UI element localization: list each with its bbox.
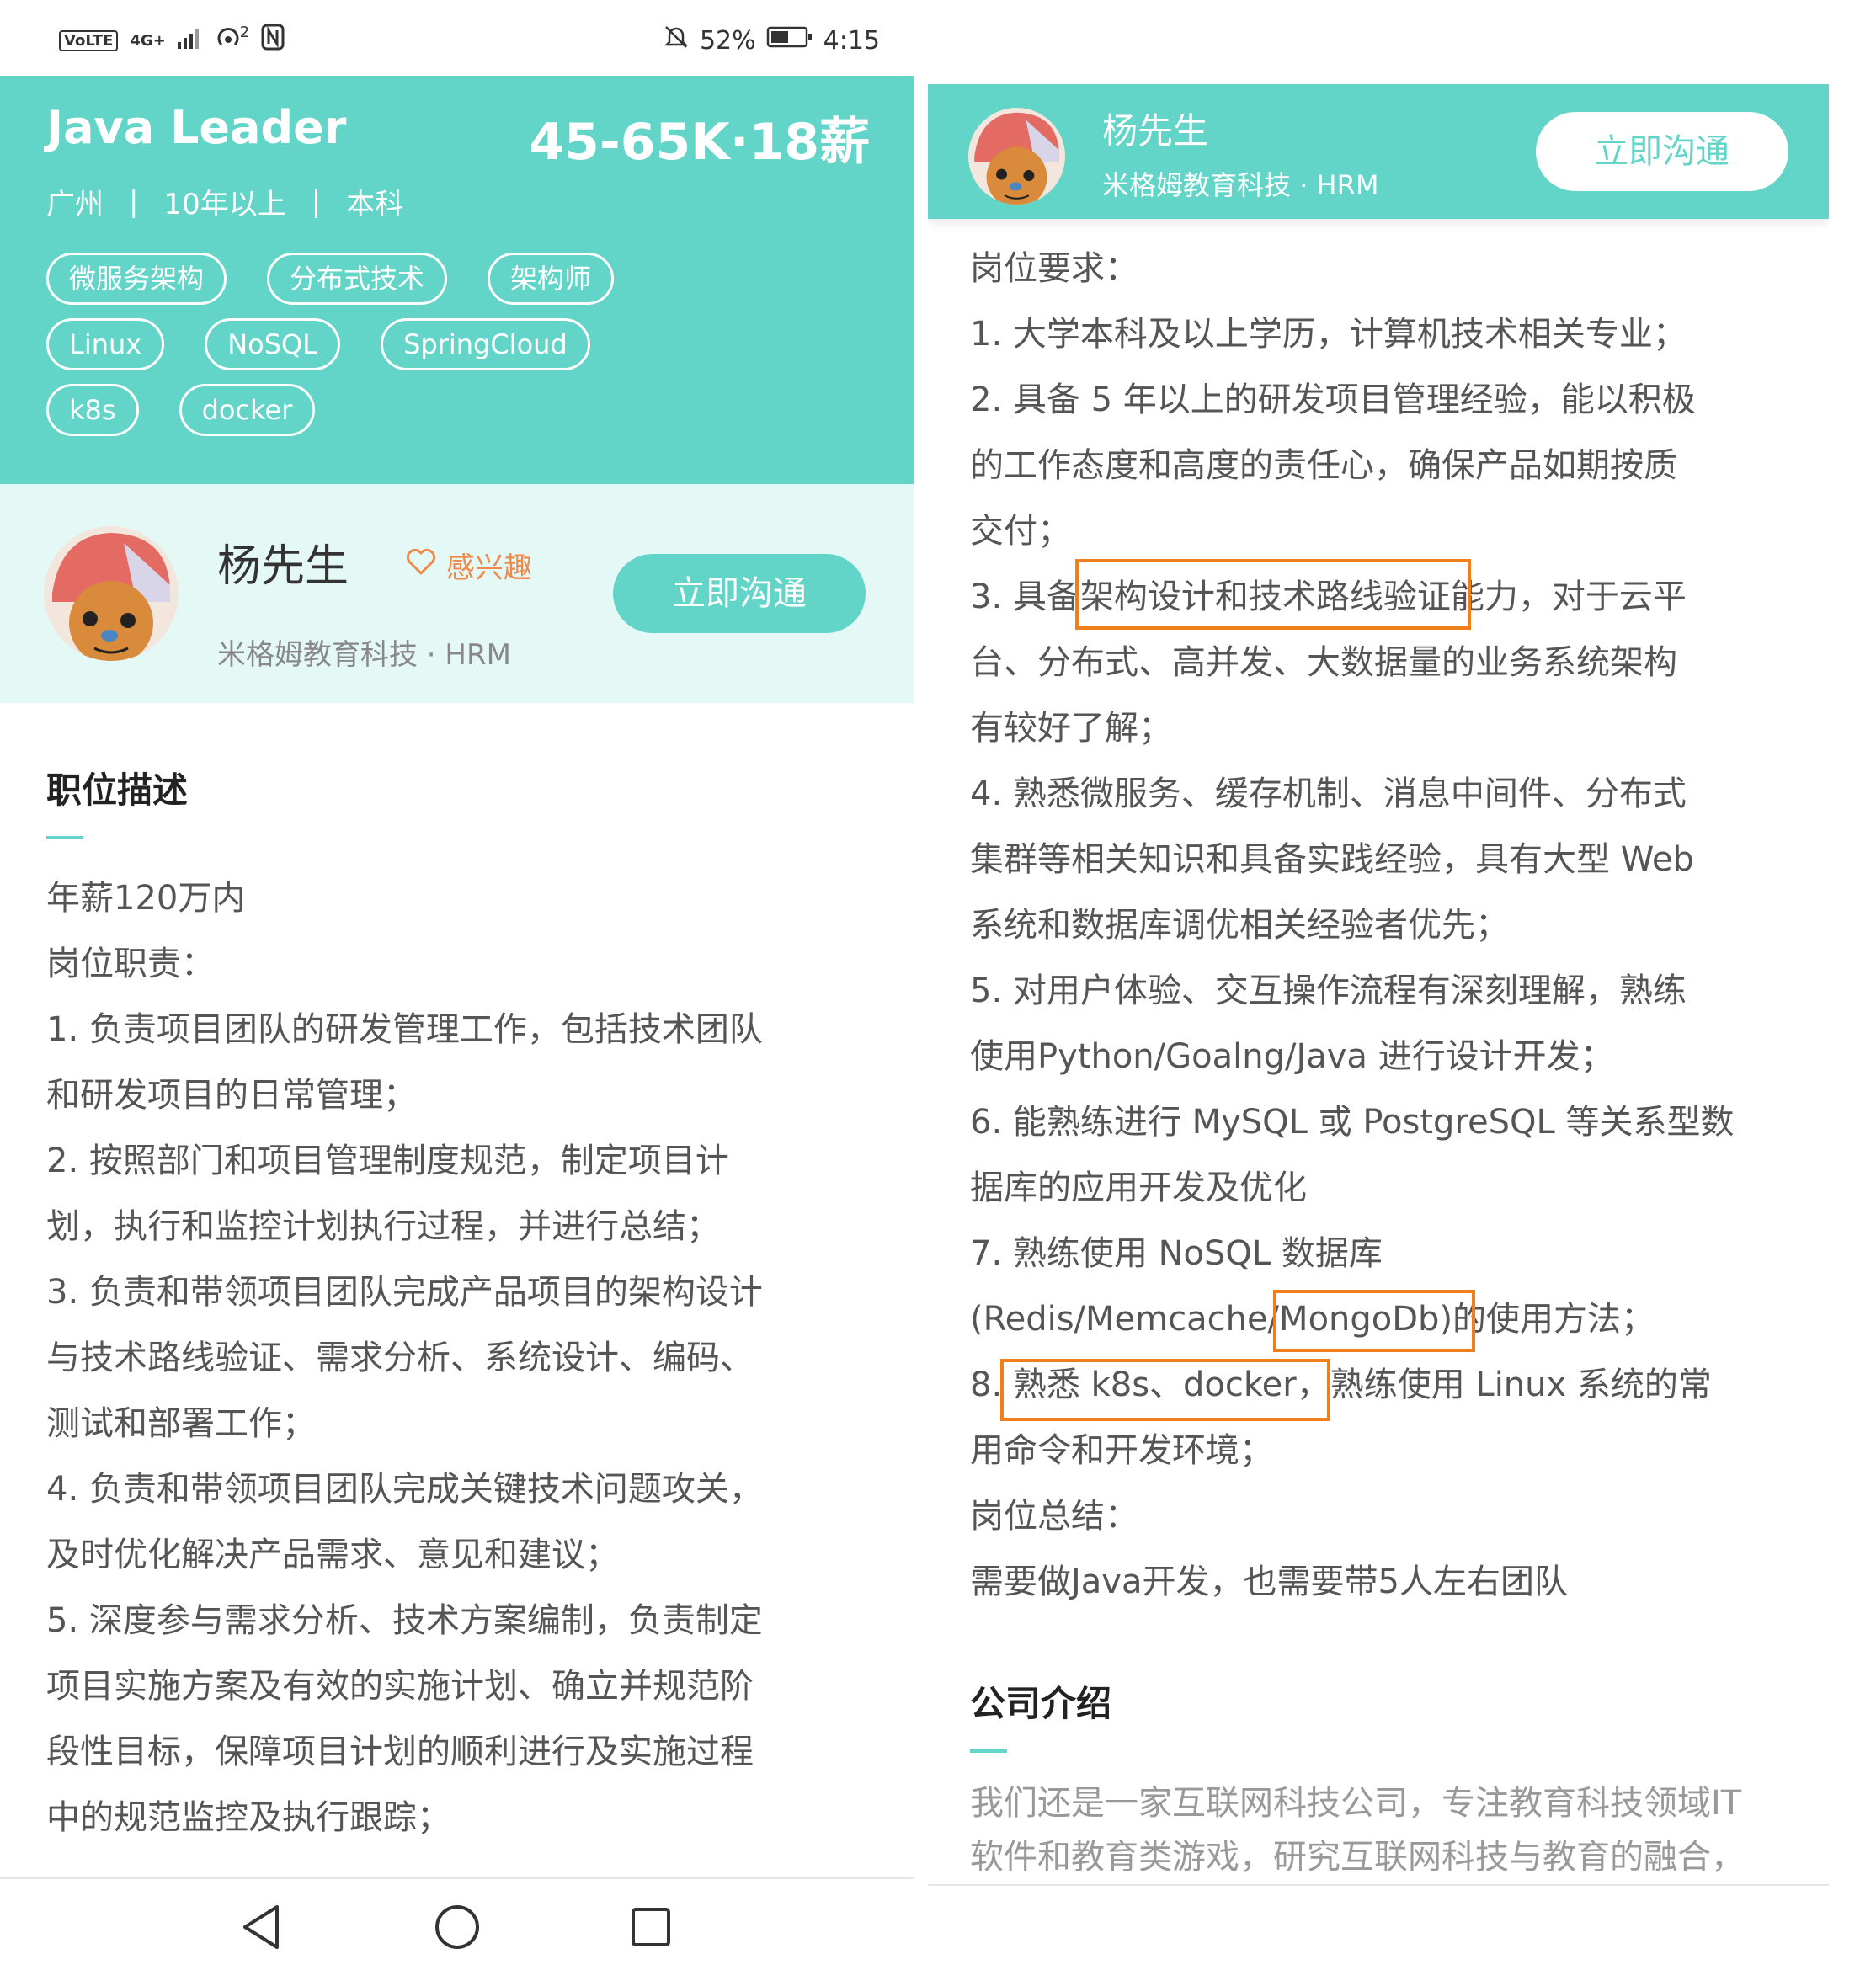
description-line: 用命令和开发环境； bbox=[970, 1431, 1273, 1470]
recents-button[interactable] bbox=[621, 1898, 680, 1957]
description-line: 6. 能熟练进行 MySQL 或 PostgreSQL 等关系型数 bbox=[970, 1103, 1735, 1142]
recruiter-name: 杨先生 bbox=[217, 541, 349, 592]
recruiter-company: 米格姆教育科技 · HRM bbox=[1102, 169, 1379, 201]
highlight-box-mongodb bbox=[1273, 1290, 1475, 1352]
company-intro-text: 我们还是一家互联网科技公司，专注教育科技领域IT 软件和教育类游戏，研究互联网科… bbox=[970, 1776, 1745, 1884]
skill-tag[interactable]: SpringCloud bbox=[381, 318, 590, 370]
description-line: 集群等相关知识和具备实践经验，具有大型 Web bbox=[970, 840, 1694, 879]
panel-gap bbox=[914, 0, 928, 1970]
skill-tag[interactable]: docker bbox=[179, 384, 316, 436]
skill-tags: 微服务架构 分布式技术 架构师 Linux NoSQL SpringCloud … bbox=[46, 253, 871, 450]
section-underline bbox=[970, 1749, 1007, 1753]
signal-icon bbox=[177, 26, 203, 56]
recents-icon bbox=[632, 1908, 670, 1946]
description-line: 3. 负责和带领项目团队完成产品项目的架构设计 bbox=[46, 1273, 763, 1312]
description-line: 系统和数据库调优相关经验者优先； bbox=[970, 906, 1509, 945]
right-screenshot: 杨先生 米格姆教育科技 · HRM 立即沟通 岗位要求： 1. 大学本科及以上学… bbox=[928, 0, 1829, 1970]
tag-row: 微服务架构 分布式技术 架构师 bbox=[46, 253, 871, 305]
skill-tag[interactable]: 分布式技术 bbox=[267, 253, 448, 305]
description-line: 及时优化解决产品需求、意见和建议； bbox=[46, 1536, 619, 1574]
description-line: 1. 负责项目团队的研发管理工作，包括技术团队 bbox=[46, 1010, 763, 1049]
description-line: 岗位职责： bbox=[46, 945, 215, 983]
description-line: 有较好了解； bbox=[970, 709, 1172, 748]
description-line: 的工作态度和高度的责任心，确保产品如期按质 bbox=[970, 446, 1677, 485]
skill-tag[interactable]: k8s bbox=[46, 384, 139, 436]
mute-icon bbox=[663, 24, 690, 57]
job-education: 本科 bbox=[346, 188, 404, 221]
home-icon bbox=[435, 1905, 479, 1949]
skill-tag[interactable]: 架构师 bbox=[488, 253, 615, 305]
section-title-company-intro: 公司介绍 bbox=[970, 1683, 1112, 1724]
nfc-icon bbox=[261, 24, 285, 57]
battery-percent: 52% bbox=[699, 25, 756, 56]
avatar[interactable] bbox=[968, 108, 1065, 205]
interest-label: 感兴趣 bbox=[446, 551, 532, 585]
skill-tag[interactable]: 微服务架构 bbox=[46, 253, 227, 305]
back-button[interactable] bbox=[232, 1898, 290, 1957]
section-underline bbox=[46, 836, 83, 839]
interest-button[interactable]: 感兴趣 bbox=[404, 545, 532, 586]
description-line: 2. 具备 5 年以上的研发项目管理经验，能以积极 bbox=[970, 381, 1696, 419]
description-line: 段性目标，保障项目计划的顺利进行及实施过程 bbox=[46, 1733, 754, 1771]
hotspot-count: 2 bbox=[239, 23, 250, 41]
description-line: 交付； bbox=[970, 512, 1071, 551]
description-line: 测试和部署工作； bbox=[46, 1404, 316, 1443]
description-line: 使用Python/Goalng/Java 进行设计开发； bbox=[970, 1037, 1614, 1076]
heart-outline-icon bbox=[404, 546, 438, 584]
chat-now-button[interactable]: 立即沟通 bbox=[1536, 112, 1788, 191]
recruiter-card: 杨先生 感兴趣 立即沟通 米格姆教育科技 · HRM bbox=[0, 484, 914, 703]
section-title-job-description: 职位描述 bbox=[46, 769, 189, 811]
highlight-box-architecture bbox=[1075, 559, 1471, 630]
description-line: 4. 熟悉微服务、缓存机制、消息中间件、分布式 bbox=[970, 775, 1687, 813]
description-line: 岗位总结： bbox=[970, 1497, 1138, 1536]
bottom-divider bbox=[928, 1884, 1829, 1886]
highlight-box-k8s-docker bbox=[1000, 1359, 1330, 1421]
description-line: 与技术路线验证、需求分析、系统设计、编码、 bbox=[46, 1339, 754, 1377]
system-nav-bar bbox=[0, 1877, 914, 1970]
tag-row: k8s docker bbox=[46, 384, 871, 436]
avatar[interactable] bbox=[44, 526, 179, 661]
battery-icon bbox=[766, 25, 813, 56]
left-screenshot: VoLTE 4G+ 2 52% 4:15 Java Leader 45-65K·… bbox=[0, 0, 914, 1970]
skill-tag[interactable]: Linux bbox=[46, 318, 165, 370]
description-line: 台、分布式、高并发、大数据量的业务系统架构 bbox=[970, 643, 1677, 682]
recruiter-company: 米格姆教育科技 · HRM bbox=[217, 638, 511, 672]
description-line: 2. 按照部门和项目管理制度规范，制定项目计 bbox=[46, 1142, 729, 1180]
chat-now-button[interactable]: 立即沟通 bbox=[613, 554, 866, 633]
description-line: 4. 负责和带领项目团队完成关键技术问题攻关， bbox=[46, 1470, 763, 1509]
description-line: 岗位要求： bbox=[970, 249, 1138, 288]
job-description-text: 年薪120万内 岗位职责： 1. 负责项目团队的研发管理工作，包括技术团队 和研… bbox=[46, 865, 763, 1850]
clock: 4:15 bbox=[823, 25, 880, 56]
meta-separator: | bbox=[129, 184, 139, 219]
job-city: 广州 bbox=[46, 188, 104, 221]
description-line: 5. 深度参与需求分析、技术方案编制，负责制定 bbox=[46, 1601, 763, 1640]
description-line: 划，执行和监控计划执行过程，并进行总结； bbox=[46, 1207, 720, 1246]
job-title: Java Leader bbox=[46, 101, 347, 154]
description-line: 7. 熟练使用 NoSQL 数据库 bbox=[970, 1234, 1383, 1273]
meta-separator: | bbox=[311, 184, 322, 219]
company-intro-line: 软件和教育类游戏，研究互联网科技与教育的融合， bbox=[970, 1838, 1745, 1877]
description-line: 1. 大学本科及以上学历，计算机技术相关专业； bbox=[970, 315, 1687, 354]
description-line: 中的规范监控及执行跟踪； bbox=[46, 1798, 450, 1837]
description-line: 5. 对用户体验、交互操作流程有深刻理解，熟练 bbox=[970, 972, 1687, 1010]
network-type-label: 4G+ bbox=[130, 31, 166, 50]
job-header: Java Leader 45-65K·18薪 广州 | 10年以上 | 本科 微… bbox=[0, 76, 914, 484]
description-line: 项目实施方案及有效的实施计划、确立并规范阶 bbox=[46, 1667, 754, 1706]
description-line: 年薪120万内 bbox=[46, 879, 246, 918]
description-line: 据库的应用开发及优化 bbox=[970, 1169, 1307, 1207]
description-line: 和研发项目的日常管理； bbox=[46, 1076, 417, 1115]
job-experience: 10年以上 bbox=[163, 188, 286, 221]
home-button[interactable] bbox=[428, 1898, 487, 1957]
volte-badge: VoLTE bbox=[59, 29, 119, 51]
back-icon bbox=[243, 1905, 279, 1949]
status-bar: VoLTE 4G+ 2 52% 4:15 bbox=[0, 0, 914, 76]
description-line: 需要做Java开发，也需要带5人左右团队 bbox=[970, 1563, 1568, 1601]
salary: 45-65K·18薪 bbox=[529, 113, 870, 172]
job-meta: 广州 | 10年以上 | 本科 bbox=[46, 181, 403, 222]
recruiter-name: 杨先生 bbox=[1102, 110, 1209, 152]
skill-tag[interactable]: NoSQL bbox=[205, 318, 341, 370]
sticky-recruiter-header: 杨先生 米格姆教育科技 · HRM 立即沟通 bbox=[928, 84, 1829, 219]
company-intro-line: 我们还是一家互联网科技公司，专注教育科技领域IT bbox=[970, 1784, 1742, 1823]
tag-row: Linux NoSQL SpringCloud bbox=[46, 318, 871, 370]
